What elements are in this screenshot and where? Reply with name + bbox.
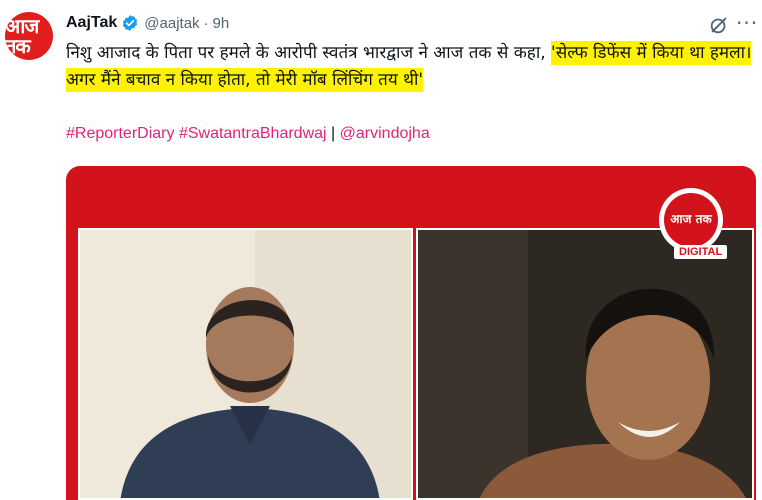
more-options-icon[interactable]: ··· xyxy=(736,12,758,34)
hashtag-line: #ReporterDiary #SwatantraBhardwaj | @arv… xyxy=(66,125,430,143)
timestamp[interactable]: 9h xyxy=(213,15,230,32)
video-media[interactable]: आज तक DIGITAL xyxy=(66,166,756,500)
video-panel-left xyxy=(78,228,413,500)
avatar-logo-text: आज तक xyxy=(5,14,39,58)
digital-badge: DIGITAL xyxy=(674,245,728,259)
verified-badge-icon[interactable] xyxy=(121,14,139,32)
separator-dot: · xyxy=(203,14,209,32)
mention-arvindojha[interactable]: @arvindojha xyxy=(340,125,430,143)
person-left-image xyxy=(80,230,411,498)
tweet-text: निशु आजाद के पिता पर हमले के आरोपी स्वतं… xyxy=(66,40,756,94)
hashtag-reporterdiary[interactable]: #ReporterDiary xyxy=(66,125,174,143)
person-right-image xyxy=(418,230,752,498)
tweet-header: AajTak @aajtak · 9h xyxy=(66,12,229,34)
video-panel-right xyxy=(416,228,754,500)
hashtag-swatantrabhardwaj[interactable]: #SwatantraBhardwaj xyxy=(179,125,327,143)
author-name[interactable]: AajTak xyxy=(66,14,117,32)
grok-icon[interactable] xyxy=(708,14,730,36)
author-handle[interactable]: @aajtak xyxy=(144,15,199,32)
tag-separator: | xyxy=(331,125,336,142)
tweet-text-plain: निशु आजाद के पिता पर हमले के आरोपी स्वतं… xyxy=(66,43,552,63)
brand-logo-text: आज तक xyxy=(670,212,712,226)
avatar[interactable]: आज तक xyxy=(5,12,53,60)
